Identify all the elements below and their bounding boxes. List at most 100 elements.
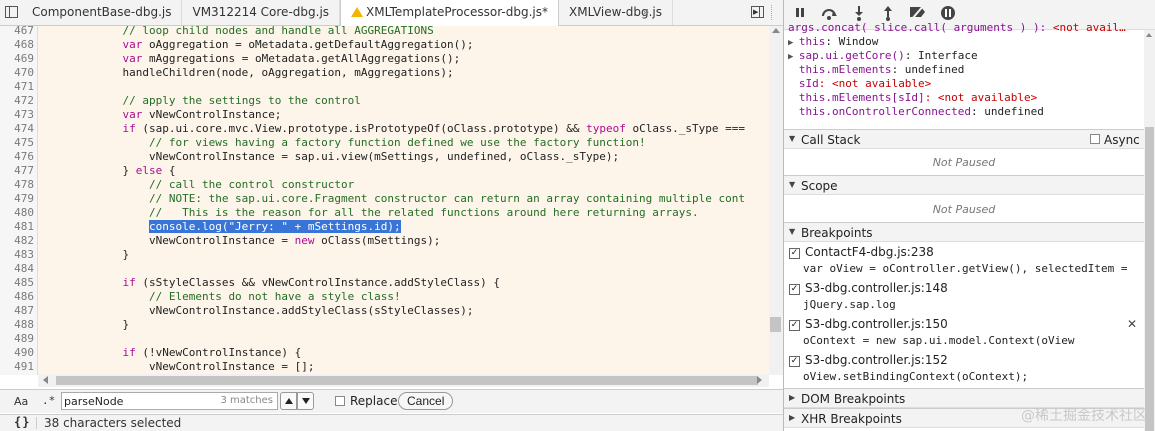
- sidebar-scroll-thumb[interactable]: [1145, 127, 1154, 431]
- replace-checkbox[interactable]: [335, 396, 345, 406]
- line-number[interactable]: 478: [0, 178, 34, 192]
- remove-breakpoint-close-icon[interactable]: ✕: [1127, 317, 1137, 331]
- watch-expression[interactable]: this.onControllerConnected: undefined: [788, 105, 1044, 119]
- watch-expression[interactable]: this.mElements[sId]: <not available>: [788, 91, 1037, 105]
- sidebar-scrollbar[interactable]: [1144, 30, 1155, 431]
- tab-0[interactable]: ComponentBase-dbg.js: [22, 0, 183, 25]
- find-bar: Aa .* 3 matches Replace Cancel: [0, 389, 783, 413]
- scope-header[interactable]: ▼ Scope: [784, 175, 1144, 195]
- vertical-scroll-thumb[interactable]: [770, 317, 781, 332]
- regex-toggle[interactable]: .*: [42, 394, 55, 407]
- watch-value: : <not available>: [924, 91, 1038, 104]
- breakpoint-code[interactable]: oView.setBindingContext(oContext);: [803, 370, 1028, 383]
- find-next-button[interactable]: [297, 392, 314, 410]
- line-number[interactable]: 482: [0, 234, 34, 248]
- replace-label: Replace: [350, 394, 398, 408]
- code-line: vNewControlInstance = [];: [43, 360, 315, 373]
- horizontal-scroll-thumb[interactable]: [56, 376, 758, 385]
- breakpoint-code[interactable]: var oView = oController.getView(), selec…: [803, 262, 1128, 275]
- cancel-button[interactable]: Cancel: [398, 392, 454, 410]
- line-number[interactable]: 484: [0, 262, 34, 276]
- watch-expression[interactable]: this.mElements: undefined: [788, 63, 965, 77]
- watch-expression[interactable]: ▶ sap.ui.getCore(): Interface: [788, 49, 978, 63]
- code-line: // NOTE: the sap.ui.core.Fragment constr…: [148, 192, 745, 205]
- line-number[interactable]: 489: [0, 332, 34, 346]
- tab-1[interactable]: VM312214 Core-dbg.js: [182, 0, 341, 25]
- line-number[interactable]: 487: [0, 304, 34, 318]
- toolbar-divider: [771, 5, 773, 20]
- line-number[interactable]: 475: [0, 136, 34, 150]
- line-number[interactable]: 469: [0, 52, 34, 66]
- code-line: if (sap.ui.core.mvc.View.prototype.isPro…: [122, 122, 746, 135]
- breakpoint-checkbox[interactable]: ✓: [789, 356, 800, 367]
- tab-2[interactable]: XMLTemplateProcessor-dbg.js*: [340, 0, 560, 26]
- code-editor[interactable]: 467 // loop child nodes and handle all A…: [0, 26, 783, 375]
- line-number[interactable]: 471: [0, 80, 34, 94]
- watch-expression[interactable]: args.concat( slice.call( arguments ) ): …: [788, 21, 1126, 35]
- watch-value: : undefined: [971, 105, 1044, 118]
- line-number[interactable]: 467: [0, 26, 34, 38]
- code-line: // call the control constructor: [148, 178, 355, 191]
- tab-overflow-chevron-icon[interactable]: »: [642, 0, 649, 25]
- line-number[interactable]: 483: [0, 248, 34, 262]
- watch-expression[interactable]: ▶ this: Window: [788, 35, 878, 49]
- call-stack-title: Call Stack: [801, 133, 861, 147]
- scroll-right-arrow-icon[interactable]: [757, 376, 762, 384]
- line-number[interactable]: 468: [0, 38, 34, 52]
- editor-tab-bar: ComponentBase-dbg.js VM312214 Core-dbg.js…: [0, 0, 783, 26]
- line-number[interactable]: 476: [0, 150, 34, 164]
- expand-triangle-icon[interactable]: ▶: [788, 38, 799, 48]
- tab-list: ComponentBase-dbg.js VM312214 Core-dbg.js…: [22, 0, 674, 26]
- toggle-navigator-icon[interactable]: [5, 6, 18, 18]
- breakpoint-location[interactable]: S3-dbg.controller.js:148: [805, 281, 948, 295]
- breakpoint-checkbox[interactable]: ✓: [789, 248, 800, 259]
- async-checkbox[interactable]: [1090, 134, 1100, 144]
- line-number[interactable]: 490: [0, 346, 34, 360]
- scope-status: Not Paused: [932, 203, 996, 216]
- watch-name: args.concat( slice.call( arguments ) ):: [788, 21, 1047, 34]
- tab-3[interactable]: XMLView-dbg.js: [559, 0, 674, 25]
- watch-expression[interactable]: sId: <not available>: [788, 77, 931, 91]
- watch-name: this.mElements[sId]: [798, 91, 925, 104]
- code-line: if (sStyleClasses && vNewControlInstance…: [122, 276, 500, 289]
- scroll-up-arrow-icon[interactable]: [1146, 33, 1152, 37]
- line-number[interactable]: 474: [0, 122, 34, 136]
- horizontal-scrollbar[interactable]: [38, 374, 769, 387]
- pretty-print-icon[interactable]: {}: [14, 415, 30, 429]
- call-stack-header[interactable]: ▼ Call Stack Async: [784, 129, 1144, 149]
- find-input[interactable]: [64, 393, 214, 409]
- breakpoints-header[interactable]: ▼ Breakpoints: [784, 222, 1144, 242]
- code-line: // apply the settings to the control: [122, 94, 361, 107]
- scroll-left-arrow-icon[interactable]: [43, 376, 48, 384]
- expand-triangle-icon[interactable]: ▶: [788, 52, 799, 62]
- line-number[interactable]: 485: [0, 276, 34, 290]
- code-line: vNewControlInstance = sap.ui.view(mSetti…: [43, 150, 620, 163]
- line-number[interactable]: 470: [0, 66, 34, 80]
- line-number[interactable]: 477: [0, 164, 34, 178]
- breakpoint-location[interactable]: S3-dbg.controller.js:152: [805, 353, 948, 367]
- breakpoint-code[interactable]: jQuery.sap.log: [803, 298, 896, 311]
- find-previous-button[interactable]: [280, 392, 297, 410]
- vertical-scrollbar[interactable]: [769, 26, 783, 375]
- line-number[interactable]: 486: [0, 290, 34, 304]
- breakpoint-location[interactable]: S3-dbg.controller.js:150: [805, 317, 948, 331]
- line-number[interactable]: 488: [0, 318, 34, 332]
- toggle-debugger-sidebar-icon[interactable]: ▶: [751, 6, 764, 18]
- match-case-toggle[interactable]: Aa: [14, 395, 28, 408]
- line-number[interactable]: 473: [0, 108, 34, 122]
- line-number[interactable]: 479: [0, 192, 34, 206]
- breakpoint-code[interactable]: oContext = new sap.ui.model.Context(oVie…: [803, 334, 1075, 347]
- line-number[interactable]: 481: [0, 220, 34, 234]
- watermark-text: @稀土掘金技术社区: [1021, 408, 1147, 424]
- scroll-up-arrow-icon[interactable]: [772, 28, 780, 33]
- collapse-triangle-icon: ▼: [789, 180, 796, 189]
- line-number[interactable]: 480: [0, 206, 34, 220]
- line-number[interactable]: 491: [0, 360, 34, 374]
- line-number[interactable]: 492: [0, 374, 34, 375]
- breakpoint-checkbox[interactable]: ✓: [789, 320, 800, 331]
- async-label: Async: [1104, 133, 1140, 147]
- breakpoint-checkbox[interactable]: ✓: [789, 284, 800, 295]
- line-number[interactable]: 472: [0, 94, 34, 108]
- breakpoint-location[interactable]: ContactF4-dbg.js:238: [805, 245, 934, 259]
